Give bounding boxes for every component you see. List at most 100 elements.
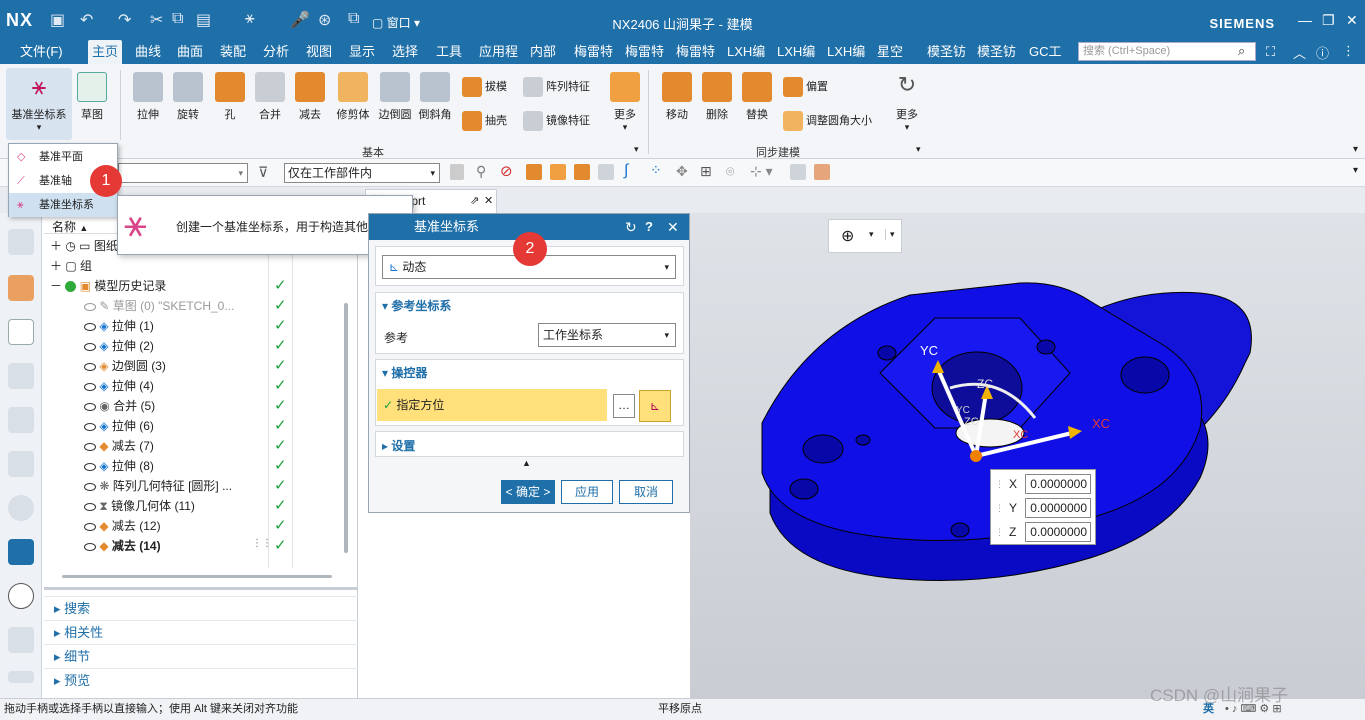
tree-row-feature[interactable]: ◆ 减去 (7) xyxy=(44,436,344,456)
eye-icon[interactable] xyxy=(84,522,96,531)
draft-button[interactable]: 拔模 xyxy=(462,76,507,98)
move-face-button[interactable]: 移动 xyxy=(657,72,697,122)
eye-icon[interactable] xyxy=(84,482,96,491)
menu-plugin-8[interactable]: 模圣钫 xyxy=(923,40,970,64)
horizontal-scrollbar[interactable] xyxy=(62,575,332,578)
menu-more-icon[interactable]: ⋮ xyxy=(1342,43,1355,59)
section-search[interactable]: ▸ 搜索 xyxy=(44,596,358,620)
tools-icon[interactable] xyxy=(8,627,34,653)
unite-button[interactable]: 合并 xyxy=(250,72,290,122)
pattern-feature-button[interactable]: 阵列特征 xyxy=(523,76,590,98)
tree-row-feature[interactable]: ◈ 拉伸 (8) xyxy=(44,456,344,476)
toolbar-options-icon[interactable]: ▾ xyxy=(1353,165,1358,176)
menu-surface[interactable]: 曲面 xyxy=(173,40,207,64)
menu-plugin-2[interactable]: 梅雷特 xyxy=(621,40,668,64)
graphics-viewport[interactable]: ⊕ ▾ ▾ YC ZC ZC XC XC YC ⋮ X 0.0000000 ⋮ Y 0.… xyxy=(690,213,1365,698)
body-select-icon[interactable] xyxy=(598,164,614,180)
group-expand-icon[interactable]: ▾ xyxy=(916,144,921,155)
box-select-icon[interactable]: ⊞ xyxy=(700,163,712,180)
menu-internal[interactable]: 内部 xyxy=(526,40,560,64)
lasso-icon[interactable]: ⌾ xyxy=(726,163,734,180)
menu-plugin-4[interactable]: LXH编 xyxy=(723,40,769,64)
tree-row-feature[interactable]: ⧗ 镜像几何体 (11) xyxy=(44,496,344,516)
ref-select[interactable]: 工作坐标系 ▾ xyxy=(538,323,676,347)
coord-y-input[interactable]: 0.0000000 xyxy=(1025,498,1091,518)
section-details[interactable]: ▸ 细节 xyxy=(44,644,358,668)
scope-filter-combo[interactable]: 仅在工作部件内 ▾ xyxy=(284,163,440,183)
menu-analysis[interactable]: 分析 xyxy=(259,40,293,64)
specify-orientation-row[interactable]: ✓ 指定方位 xyxy=(377,389,607,421)
menu-tools[interactable]: 工具 xyxy=(432,40,466,64)
eye-icon[interactable] xyxy=(84,422,96,431)
menu-view[interactable]: 视图 xyxy=(302,40,336,64)
command-search-input[interactable]: 搜索 (Ctrl+Space) xyxy=(1078,42,1256,61)
menu-plugin-9[interactable]: 模圣钫 xyxy=(973,40,1020,64)
datum-csys-button[interactable]: ⚹ 基准坐标系 ▾ xyxy=(6,68,72,140)
revolve-button[interactable]: 旋转 xyxy=(168,72,208,122)
section-dependencies[interactable]: ▸ 相关性 xyxy=(44,620,358,644)
close-icon[interactable]: ✕ xyxy=(667,214,679,240)
hole-button[interactable]: 孔 xyxy=(210,72,250,122)
hidden-eye-icon[interactable] xyxy=(84,302,96,311)
coord-z-input[interactable]: 0.0000000 xyxy=(1025,522,1091,542)
tree-row-feature[interactable]: ◈ 拉伸 (6) xyxy=(44,416,344,436)
menu-plugin-6[interactable]: LXH编 xyxy=(823,40,869,64)
search-icon[interactable]: ⌕ xyxy=(1238,43,1245,59)
collapse-arrow-icon[interactable]: ▲ xyxy=(522,458,531,468)
menu-plugin-3[interactable]: 梅雷特 xyxy=(672,40,719,64)
drag-handle-icon[interactable]: ⋮ xyxy=(995,520,1004,544)
tree-row-model-history[interactable]: － ▣ 模型历史记录 xyxy=(44,276,344,296)
eye-icon[interactable] xyxy=(84,502,96,511)
more-button[interactable]: 更多 ▾ xyxy=(605,72,645,133)
tree-row-feature[interactable]: ◈ 拉伸 (1) xyxy=(44,316,344,336)
splitter[interactable] xyxy=(44,587,358,590)
group-expand-icon[interactable]: ▾ xyxy=(634,144,639,155)
face-select-icon[interactable] xyxy=(526,164,542,180)
menu-home[interactable]: 主页 xyxy=(88,40,123,64)
eye-icon[interactable] xyxy=(84,342,96,351)
mirror-feature-button[interactable]: 镜像特征 xyxy=(523,110,590,132)
tree-row-feature[interactable]: ◈ 拉伸 (2) xyxy=(44,336,344,356)
close-icon[interactable]: ✕ xyxy=(1346,12,1358,29)
no-entry-icon[interactable]: ⊘ xyxy=(500,162,513,180)
menu-plugin-7[interactable]: 星空 xyxy=(873,40,907,64)
constraint-navigator-icon[interactable] xyxy=(8,275,34,301)
point-snap-icon[interactable]: ⊹ ▾ xyxy=(750,163,773,180)
menu-plugin-5[interactable]: LXH编 xyxy=(773,40,819,64)
ref-section-header[interactable]: ▾ 参考坐标系 xyxy=(382,297,451,314)
vertical-scrollbar[interactable] xyxy=(344,303,348,553)
ime-icons[interactable]: • ♪ ⌨ ⚙ ⊞ xyxy=(1225,699,1282,720)
eye-icon[interactable] xyxy=(84,462,96,471)
collapse-ribbon-icon[interactable]: ︿ xyxy=(1293,43,1306,62)
menu-item-datum-csys[interactable]: ⚹ 基准坐标系 xyxy=(9,193,117,217)
shade-icon[interactable] xyxy=(814,164,830,180)
settings-section-header[interactable]: ▸ 设置 xyxy=(382,437,415,454)
delete-face-button[interactable]: 删除 xyxy=(697,72,737,122)
help-icon[interactable]: ⓘ xyxy=(1316,43,1329,62)
restore-icon[interactable]: ❐ xyxy=(1322,12,1335,29)
apply-button[interactable]: 应用 xyxy=(561,480,613,504)
drag-handle-icon[interactable]: ⋮ xyxy=(995,472,1004,496)
roles-icon[interactable] xyxy=(8,671,34,683)
menu-plugin-1[interactable]: 梅雷特 xyxy=(570,40,617,64)
tree-row-feature[interactable]: ◉ 合并 (5) xyxy=(44,396,344,416)
edge-blend-button[interactable]: 边倒圆 xyxy=(375,72,415,122)
reuse-library-icon[interactable] xyxy=(8,363,34,389)
eye-icon[interactable] xyxy=(84,362,96,371)
shell-button[interactable]: 抽壳 xyxy=(462,110,507,132)
part-navigator-icon[interactable] xyxy=(8,319,34,345)
tree-row-groups[interactable]: ＋ ▢ 组 xyxy=(44,256,344,276)
menu-curve[interactable]: 曲线 xyxy=(131,40,165,64)
part-model[interactable]: YC ZC ZC XC XC YC xyxy=(690,213,1365,698)
sketch-button[interactable]: 草图 xyxy=(72,72,112,122)
section-preview[interactable]: ▸ 预览 xyxy=(44,668,358,692)
menu-assembly[interactable]: 装配 xyxy=(216,40,250,64)
subtract-button[interactable]: 减去 xyxy=(290,72,330,122)
coord-x-input[interactable]: 0.0000000 xyxy=(1025,474,1091,494)
tree-row-feature[interactable]: ◆ 减去 (12) xyxy=(44,516,344,536)
close-tab-icon[interactable]: ✕ xyxy=(484,190,493,212)
curve-icon[interactable]: ∫ xyxy=(624,162,628,180)
reset-icon[interactable]: ↻ xyxy=(625,214,637,240)
type-filter-combo[interactable]: ▾ xyxy=(118,163,248,183)
fullscreen-icon[interactable]: ⛶ xyxy=(1266,44,1275,60)
